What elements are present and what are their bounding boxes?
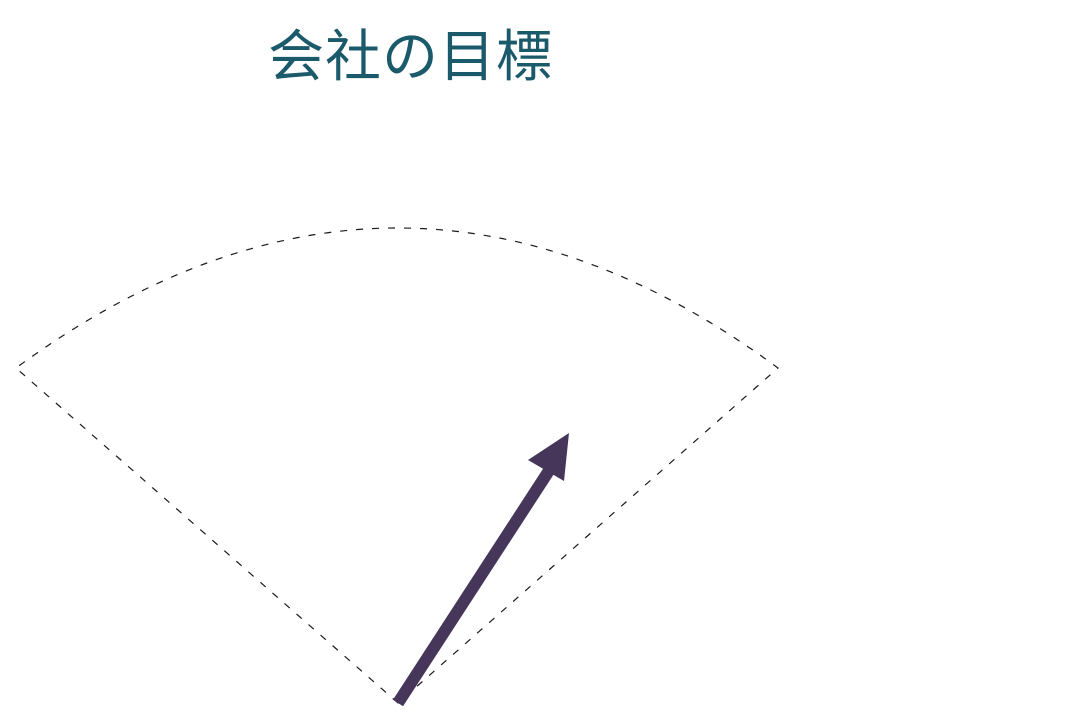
slide: 会社の目標	[0, 0, 1080, 720]
gauge-diagram	[15, 227, 779, 707]
gauge-needle-shaft	[392, 462, 558, 707]
gauge-sector-outline	[15, 227, 779, 704]
